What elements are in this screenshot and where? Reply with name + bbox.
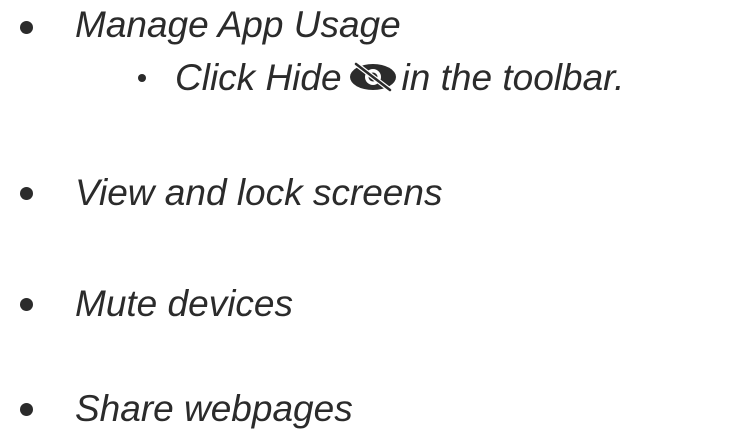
list-item-label: Mute devices: [75, 283, 293, 324]
sub-bullet-icon: [138, 74, 146, 82]
bullet-icon: [20, 21, 33, 34]
sub-item-suffix: in the toolbar.: [401, 57, 625, 98]
list-item-manage-app-usage: Manage App Usage: [0, 0, 738, 50]
hide-eye-icon: [349, 62, 396, 92]
list-item-label: Share webpages: [75, 388, 353, 429]
list-item-view-lock-screens: View and lock screens: [0, 168, 738, 218]
bullet-icon: [20, 187, 33, 200]
bullet-icon: [20, 403, 33, 416]
list-item-share-webpages: Share webpages: [0, 384, 738, 434]
list-item-label: Manage App Usage: [75, 4, 401, 45]
list-item-mute-devices: Mute devices: [0, 279, 738, 329]
sub-item-click-hide: Click Hide in the toolbar.: [175, 56, 624, 100]
bullet-icon: [20, 298, 33, 311]
list-item-label: View and lock screens: [75, 172, 443, 213]
sub-item-prefix: Click Hide: [175, 57, 342, 98]
